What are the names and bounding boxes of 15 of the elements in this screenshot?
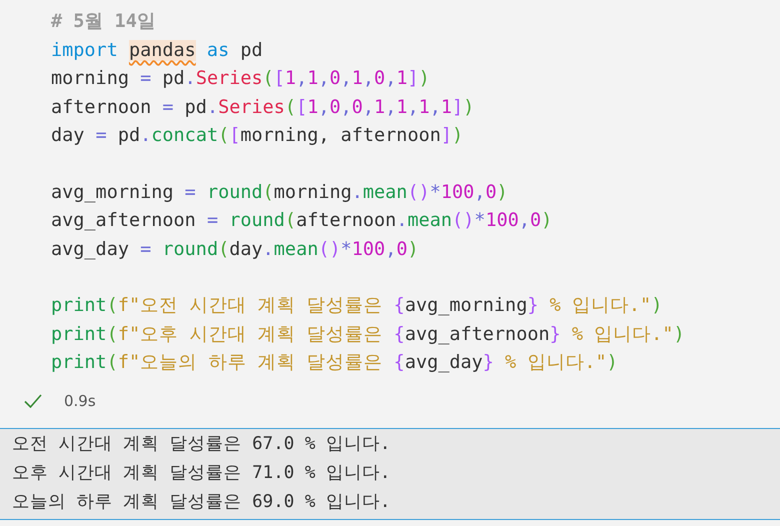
code-line: afternoon = pd.Series([1,0,0,1,1,1,1]) [51,96,476,120]
code-line: import pandas as pd [51,38,264,62]
code-line: day = pd.concat([morning, afternoon]) [51,124,464,148]
code-line: avg_morning = round(morning.mean()*100,0) [51,180,509,204]
output-line: 오후 시간대 계획 달성률은 71.0 % 입니다. [12,462,392,484]
code-line: print(f"오전 시간대 계획 달성률은 {avg_morning} % 입니다.") [51,294,664,318]
code-line: print(f"오늘의 하루 계획 달성률은 {avg_day} % 입니다.") [51,351,619,375]
code-line: morning = pd.Series([1,1,0,1,0,1]) [51,67,431,91]
output-line: 오늘의 하루 계획 달성률은 69.0 % 입니다. [12,490,392,514]
code-line: print(f"오후 시간대 계획 달성률은 {avg_afternoon} % 입니다.") [51,322,686,346]
code-line: avg_afternoon = round(afternoon.mean()*100,0) [51,209,554,233]
code-line: avg_day = round(day.mean()*100,0) [51,238,420,262]
output-line: 오전 시간대 계획 달성률은 67.0 % 입니다. [12,432,392,456]
code-line: # 5월 14일 [51,10,157,34]
execution-time: 0.9s [64,392,96,410]
